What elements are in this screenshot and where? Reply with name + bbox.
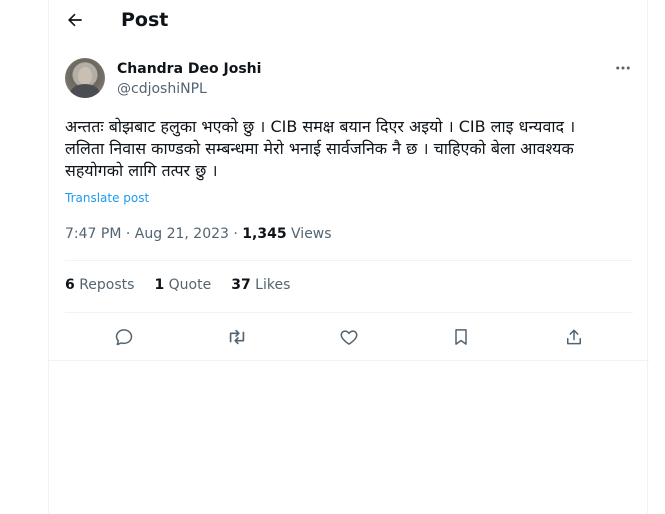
meta-separator: · <box>233 226 238 242</box>
meta-separator: · <box>125 226 131 242</box>
like-button[interactable] <box>335 323 363 351</box>
post-metadata: 7:47 PM · Aug 21, 2023 · 1,345 Views <box>65 225 332 243</box>
author-display-name[interactable]: Chandra Deo Joshi <box>117 60 261 78</box>
more-button[interactable] <box>611 58 635 78</box>
post-bottom-border <box>49 360 649 361</box>
reposts-count: 6 <box>65 277 75 293</box>
reply-icon <box>115 329 133 346</box>
back-button[interactable] <box>61 6 89 34</box>
likes-stat[interactable]: 37 Likes <box>231 277 290 297</box>
action-bar <box>49 323 649 351</box>
post-date[interactable]: Aug 21, 2023 <box>135 226 229 242</box>
post-text-line: ललिता निवास काण्डको सम्बन्धमा मेरो भनाई … <box>65 139 574 158</box>
repost-button[interactable] <box>223 323 251 351</box>
quotes-label: Quote <box>168 277 212 293</box>
post-header: Post <box>49 0 649 40</box>
post-column: Post Chandra Deo Joshi @cdjoshiNPL अन्तत… <box>48 0 649 514</box>
arrow-left-icon <box>68 13 82 27</box>
avatar[interactable] <box>65 58 105 98</box>
page-title: Post <box>121 9 169 31</box>
share-button[interactable] <box>560 323 588 351</box>
translate-post-link[interactable]: Translate post <box>65 191 149 205</box>
engagement-stats: 6 Reposts 1 Quote 37 Likes <box>65 277 290 297</box>
reposts-label: Reposts <box>79 277 135 293</box>
quotes-count: 1 <box>154 277 165 293</box>
author-handle[interactable]: @cdjoshiNPL <box>117 80 207 98</box>
bookmark-icon <box>455 329 467 345</box>
divider <box>65 312 633 313</box>
post-text-line: सहयोगको लागि तत्पर छु । <box>65 161 218 180</box>
like-icon <box>340 330 358 345</box>
views-count: 1,345 <box>242 226 287 242</box>
bookmark-button[interactable] <box>447 323 475 351</box>
divider <box>65 260 633 261</box>
views-label: Views <box>291 226 332 242</box>
share-icon <box>567 329 581 345</box>
post-time[interactable]: 7:47 PM <box>65 226 121 242</box>
likes-count: 37 <box>231 277 251 293</box>
reposts-stat[interactable]: 6 Reposts <box>65 277 134 297</box>
more-horizontal-icon <box>616 66 630 70</box>
repost-icon <box>229 329 245 345</box>
reply-button[interactable] <box>110 323 138 351</box>
post-text-line: अन्ततः बोझबाट हलुका भएको छु । CIB समक्ष … <box>65 117 576 136</box>
quotes-stat[interactable]: 1 Quote <box>154 277 211 297</box>
likes-label: Likes <box>255 277 291 293</box>
post-text: अन्ततः बोझबाट हलुका भएको छु । CIB समक्ष … <box>65 116 635 182</box>
